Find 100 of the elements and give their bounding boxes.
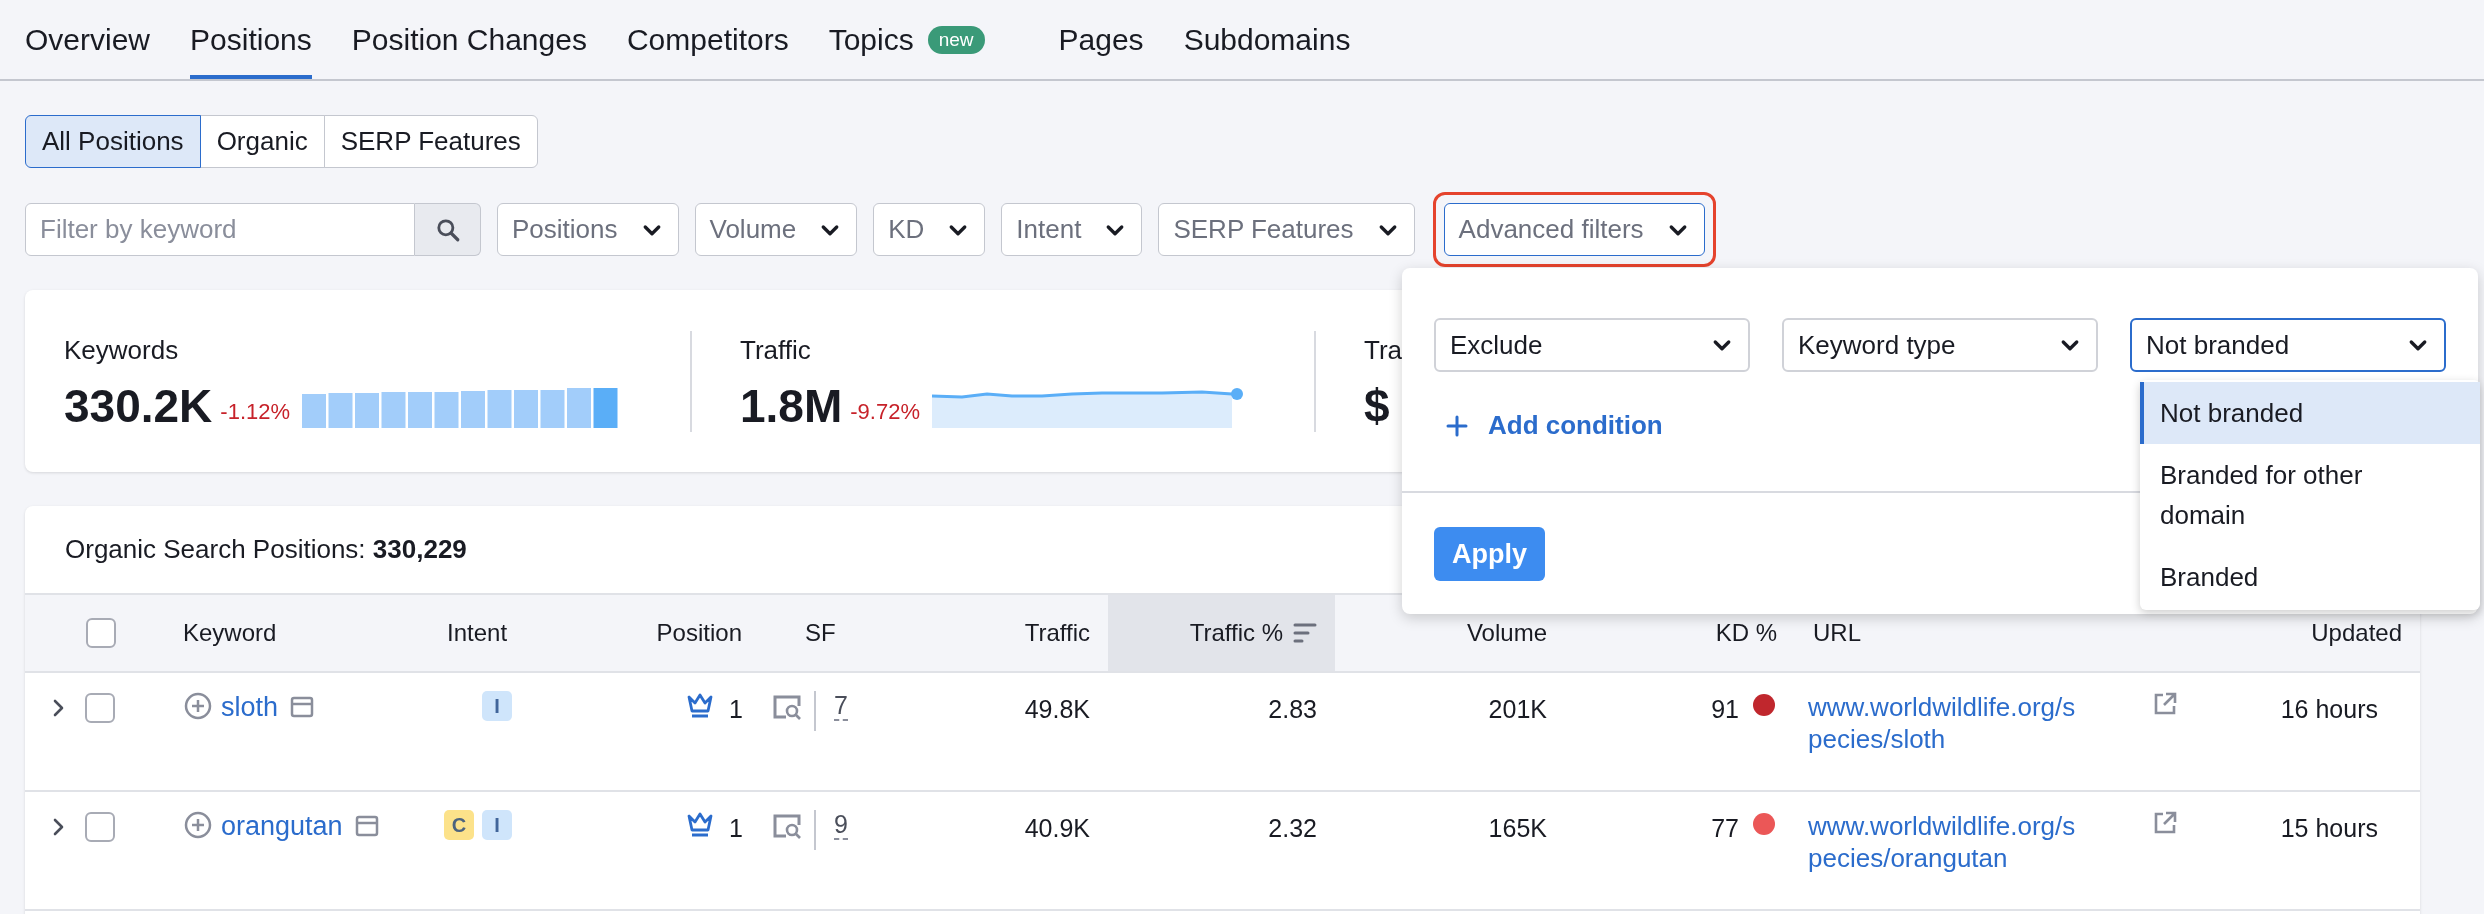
- add-condition-link[interactable]: Add condition: [1446, 406, 1663, 445]
- sparkline-bar: [593, 387, 618, 428]
- tab[interactable]: Subdomains: [1183, 0, 1351, 79]
- url-link[interactable]: www.worldwildlife.org/species/sloth: [1808, 691, 2086, 755]
- sort-icon: [1293, 622, 1317, 644]
- plus-icon: [1446, 414, 1468, 437]
- filter-dropdown[interactable]: Advanced filters: [1443, 203, 1705, 256]
- sparkline-bar: [355, 392, 380, 428]
- tab[interactable]: Topics: [828, 0, 914, 79]
- filter-dropdown-label: Positions: [512, 213, 618, 246]
- serp-features-icon: [772, 812, 802, 840]
- select-value: Exclude: [1450, 328, 1543, 362]
- sparkline-bar: [487, 389, 512, 428]
- dropdown-option[interactable]: Branded for other domain: [2140, 444, 2480, 546]
- select-dropdown[interactable]: Exclude: [1434, 318, 1750, 372]
- sparkline-bar: [540, 389, 565, 428]
- segment-tab[interactable]: SERP Features: [323, 115, 538, 168]
- add-keyword-icon: [183, 810, 213, 840]
- serp-features-count[interactable]: 7: [834, 691, 848, 721]
- checkbox[interactable]: [86, 618, 116, 648]
- new-badge: new: [927, 25, 985, 54]
- sparkline-bar: [434, 391, 459, 428]
- checkbox[interactable]: [85, 812, 115, 842]
- filter-dropdown[interactable]: SERP Features: [1158, 203, 1415, 256]
- updated-time: 16 hours: [2280, 694, 2378, 725]
- keyword-link[interactable]: sloth: [221, 691, 279, 723]
- dropdown-option[interactable]: Branded: [2140, 546, 2480, 608]
- checkbox[interactable]: [85, 693, 115, 723]
- tab[interactable]: Pages: [1058, 0, 1144, 79]
- filter-dropdown-label: Volume: [709, 213, 797, 246]
- position-value: 1: [729, 813, 743, 844]
- column-header[interactable]: Intent: [447, 615, 508, 651]
- column-header[interactable]: KD %: [1715, 615, 1777, 651]
- table-title: Organic Search Positions: 330,229: [65, 533, 467, 566]
- column-header[interactable]: SF: [805, 615, 836, 651]
- serp-features-count[interactable]: 9: [834, 810, 848, 840]
- select-dropdown[interactable]: Not branded: [2130, 318, 2446, 372]
- keyword-link[interactable]: orangutan: [221, 810, 343, 842]
- column-header[interactable]: Updated: [2311, 615, 2402, 651]
- filter-dropdown[interactable]: Volume: [694, 203, 858, 256]
- position-value: 1: [729, 694, 743, 725]
- kd-value: 77: [1711, 813, 1739, 844]
- segment-tab[interactable]: Organic: [199, 115, 325, 168]
- tab[interactable]: Position Changes: [351, 0, 587, 79]
- table-cell-text: 165K: [1488, 813, 1547, 844]
- stat-label: Traffic: [740, 333, 812, 367]
- sparkline-bar: [381, 391, 406, 428]
- column-header[interactable]: Volume: [1466, 615, 1547, 651]
- filter-dropdown[interactable]: KD: [873, 203, 986, 256]
- dropdown-option[interactable]: Not branded: [2140, 382, 2480, 444]
- external-link-icon: [2152, 691, 2178, 717]
- table-cell-text: 40.9K: [1024, 813, 1090, 844]
- add-keyword-icon: [183, 691, 213, 721]
- stat-label: Tra: [1364, 333, 1403, 367]
- sparkline-bar: [514, 389, 539, 428]
- sparkline-bar: [461, 390, 486, 428]
- sparkline-bar: [302, 393, 327, 428]
- filter-dropdown-label: SERP Features: [1173, 213, 1354, 246]
- sparkline-bar: [328, 392, 353, 428]
- filter-dropdown-label: KD: [888, 213, 925, 246]
- segment-tab[interactable]: All Positions: [25, 115, 201, 168]
- filter-dropdown[interactable]: Intent: [1001, 203, 1143, 256]
- stat-value: $: [1364, 379, 1390, 432]
- stat-label: Keywords: [64, 333, 180, 367]
- keyword-filter-field[interactable]: Filter by keyword: [25, 203, 415, 256]
- serp-snippet-icon: [354, 814, 379, 838]
- url-link[interactable]: www.worldwildlife.org/species/orangutan: [1808, 810, 2086, 874]
- stat-change: -1.12%: [220, 397, 291, 426]
- select-value: Not branded: [2146, 328, 2290, 362]
- stat-value: 1.8M: [740, 379, 843, 432]
- tab[interactable]: Overview: [25, 0, 151, 79]
- kd-value: 91: [1711, 694, 1739, 725]
- column-header[interactable]: Keyword: [183, 615, 277, 651]
- select-value: Keyword type: [1798, 328, 1956, 362]
- serp-snippet-icon: [290, 695, 315, 719]
- filter-dropdown[interactable]: Positions: [497, 203, 679, 256]
- tab[interactable]: Positions: [190, 0, 312, 79]
- sparkline-bar: [408, 391, 433, 428]
- intent-badge: I: [482, 691, 512, 721]
- column-header[interactable]: Position: [656, 615, 742, 651]
- filter-dropdown-label: Intent: [1016, 213, 1082, 246]
- stat-value: 330.2K: [64, 379, 213, 432]
- filter-dropdown-label: Advanced filters: [1458, 213, 1644, 246]
- column-header[interactable]: Traffic: [1024, 615, 1090, 651]
- column-header[interactable]: Traffic %: [1189, 615, 1283, 651]
- add-condition-label: Add condition: [1488, 409, 1663, 442]
- tab[interactable]: Competitors: [626, 0, 789, 79]
- column-header[interactable]: URL: [1813, 615, 1861, 651]
- table-cell-text: 2.32: [1268, 813, 1317, 844]
- intent-badge: C: [444, 810, 474, 840]
- search-icon: [434, 216, 461, 243]
- table-cell-text: 2.83: [1268, 694, 1317, 725]
- intent-badge: I: [482, 810, 512, 840]
- updated-time: 15 hours: [2280, 813, 2378, 844]
- sparkline-bar: [567, 387, 592, 428]
- search-button[interactable]: [415, 203, 481, 256]
- stat-change: -9.72%: [850, 397, 920, 426]
- table-cell-text: 201K: [1488, 694, 1547, 725]
- select-dropdown[interactable]: Keyword type: [1782, 318, 2098, 372]
- external-link-icon: [2152, 810, 2178, 836]
